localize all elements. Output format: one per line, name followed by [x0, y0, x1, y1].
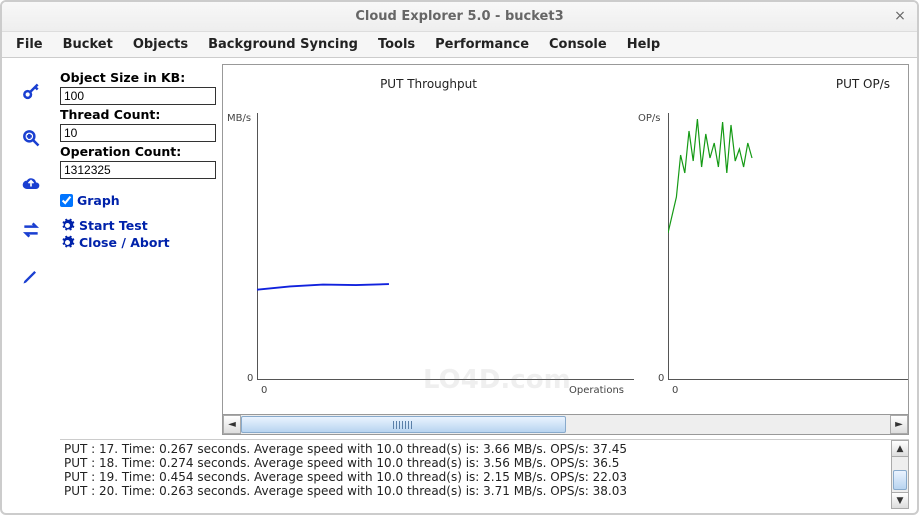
vertical-scrollbar[interactable]: ▲ ▼	[891, 440, 909, 509]
menu-console[interactable]: Console	[541, 35, 615, 54]
chart-area: PUT Throughput MB/s 0 0 Operations LO4D.…	[222, 64, 909, 415]
graph-label: Graph	[77, 193, 120, 208]
sync-icon[interactable]	[21, 220, 41, 244]
vscroll-track[interactable]	[892, 457, 908, 492]
chart-throughput: PUT Throughput MB/s 0 0 Operations LO4D.…	[223, 65, 634, 414]
menu-tools[interactable]: Tools	[370, 35, 423, 54]
menu-bucket[interactable]: Bucket	[55, 35, 121, 54]
thread-count-input[interactable]	[60, 124, 216, 142]
zoom-icon[interactable]	[21, 128, 41, 152]
menu-objects[interactable]: Objects	[125, 35, 196, 54]
log-output: PUT : 17. Time: 0.267 seconds. Average s…	[60, 440, 891, 509]
graph-checkbox[interactable]	[60, 194, 73, 207]
menu-help[interactable]: Help	[619, 35, 668, 54]
chart2-zero-x: 0	[672, 385, 678, 396]
chart-viewport: PUT Throughput MB/s 0 0 Operations LO4D.…	[222, 64, 909, 435]
config-panel: Object Size in KB: Thread Count: Operati…	[60, 64, 216, 435]
chart1-title: PUT Throughput	[223, 77, 634, 91]
key-icon[interactable]	[21, 82, 41, 106]
vscroll-thumb[interactable]	[893, 470, 907, 490]
chart2-zero-y: 0	[658, 373, 664, 384]
scrollbar-thumb[interactable]	[241, 416, 566, 433]
menu-bar: File Bucket Objects Background Syncing T…	[2, 32, 917, 58]
log-area: PUT : 17. Time: 0.267 seconds. Average s…	[60, 439, 909, 509]
chart1-zero-y: 0	[247, 373, 253, 384]
scroll-down-icon[interactable]: ▼	[892, 492, 908, 508]
object-size-input[interactable]	[60, 87, 216, 105]
close-icon[interactable]: ×	[891, 8, 909, 26]
operation-count-input[interactable]	[60, 161, 216, 179]
scrollbar-track[interactable]	[241, 415, 890, 434]
edit-icon[interactable]	[21, 266, 41, 290]
chart2-line	[668, 113, 908, 233]
title-bar: Cloud Explorer 5.0 - bucket3 ×	[2, 2, 917, 32]
horizontal-scrollbar[interactable]: ◄ ►	[222, 415, 909, 435]
chart2-ylabel: OP/s	[638, 113, 660, 124]
chart1-ylabel: MB/s	[227, 113, 251, 124]
chart1-xlabel: Operations	[569, 385, 624, 396]
upload-icon[interactable]	[21, 174, 41, 198]
scroll-left-icon[interactable]: ◄	[223, 415, 241, 434]
start-test-button[interactable]: Start Test	[60, 218, 216, 233]
sidebar	[2, 58, 60, 513]
chart1-zero-x: 0	[261, 385, 267, 396]
chart1-line	[257, 113, 634, 302]
scroll-up-icon[interactable]: ▲	[892, 441, 908, 457]
chart-ops: PUT OP/s OP/s 0 0	[634, 65, 908, 414]
scroll-right-icon[interactable]: ►	[890, 415, 908, 434]
thread-count-label: Thread Count:	[60, 107, 216, 122]
menu-performance[interactable]: Performance	[427, 35, 537, 54]
menu-file[interactable]: File	[8, 35, 51, 54]
close-abort-button[interactable]: Close / Abort	[60, 235, 216, 250]
chart2-title: PUT OP/s	[634, 77, 890, 91]
operation-count-label: Operation Count:	[60, 144, 216, 159]
gear-icon	[60, 218, 75, 233]
watermark-icon: LO4D.com	[423, 365, 571, 395]
menu-background-syncing[interactable]: Background Syncing	[200, 35, 366, 54]
object-size-label: Object Size in KB:	[60, 70, 216, 85]
window-frame: Cloud Explorer 5.0 - bucket3 × File Buck…	[0, 0, 919, 515]
start-test-text: Start Test	[79, 218, 148, 233]
gear-icon	[60, 235, 75, 250]
window-title: Cloud Explorer 5.0 - bucket3	[355, 9, 563, 24]
close-abort-text: Close / Abort	[79, 235, 170, 250]
